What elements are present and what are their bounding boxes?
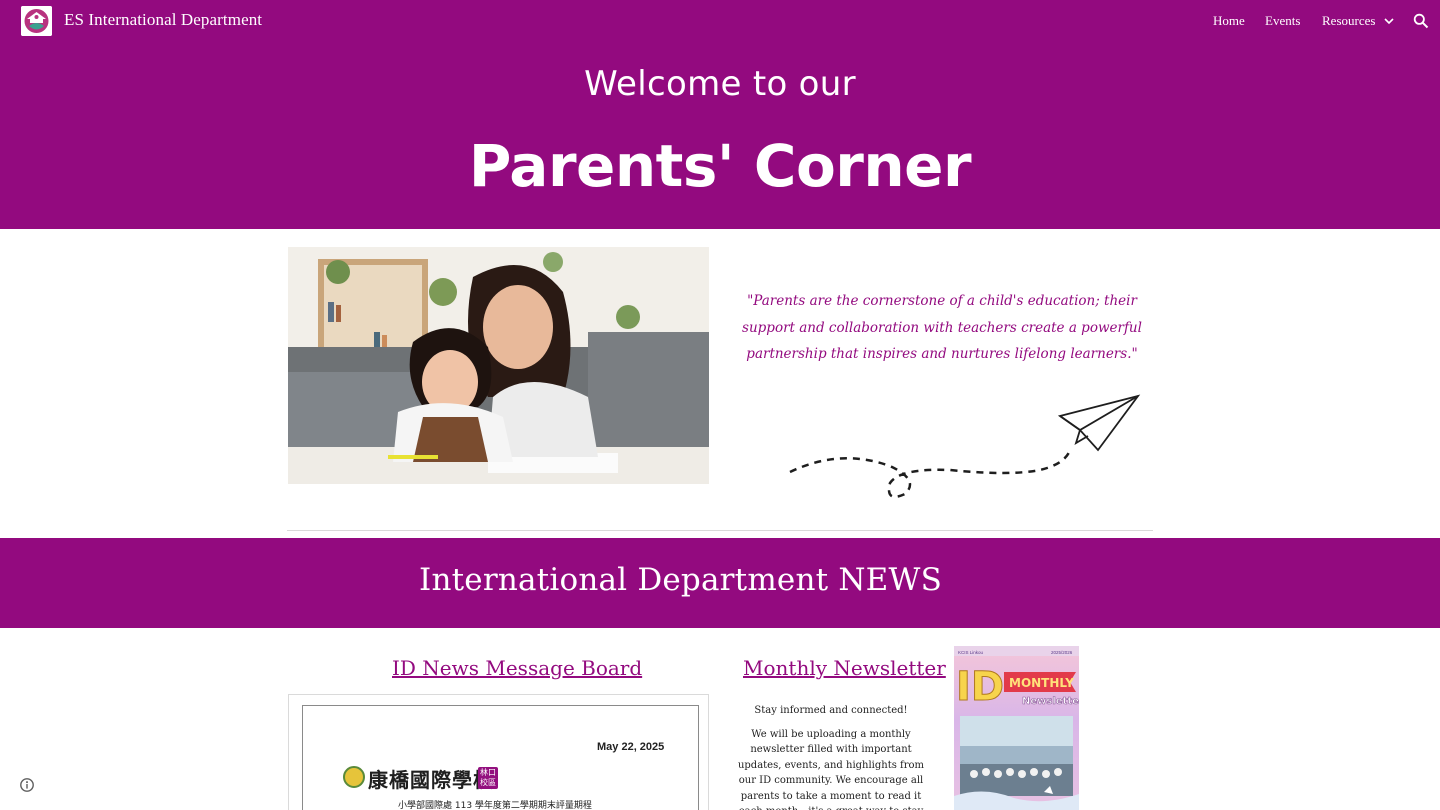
top-navigation-bar: ES International Department Home Events … bbox=[0, 0, 1440, 42]
info-icon[interactable] bbox=[19, 777, 35, 793]
nav-events[interactable]: Events bbox=[1265, 13, 1300, 29]
notice-date: May 22, 2025 bbox=[597, 741, 665, 753]
notice-title-line: 小學部國際處 113 學年度第二學期期末評量期程 bbox=[398, 801, 592, 810]
chevron-down-icon[interactable] bbox=[1383, 15, 1395, 27]
hero-title: Parents' Corner bbox=[468, 132, 972, 200]
newsletter-body: We will be uploading a monthly newslette… bbox=[737, 729, 925, 810]
news-section-title: International Department NEWS bbox=[419, 562, 943, 598]
notice-campus-badge: 林口校區 bbox=[478, 767, 498, 789]
paper-plane-icon bbox=[789, 394, 1141, 498]
cover-ribbon: MONTHLY bbox=[1009, 676, 1074, 690]
cover-big-letters: ID bbox=[956, 664, 1004, 710]
nav-resources[interactable]: Resources bbox=[1322, 13, 1375, 29]
parent-quote: "Parents are the cornerstone of a child'… bbox=[742, 293, 1142, 362]
section-divider bbox=[287, 530, 1153, 531]
newsletter-cover-image[interactable]: KCIS Linkou 2025/2026 ID MONTHLY Newslet… bbox=[954, 646, 1079, 810]
hero-subtitle: Welcome to our bbox=[584, 64, 856, 104]
newsletter-lead: Stay informed and connected! bbox=[754, 705, 908, 716]
cover-tag-left: KCIS Linkou bbox=[958, 650, 984, 655]
id-news-message-board-link[interactable]: ID News Message Board bbox=[392, 656, 642, 680]
cover-tag-right: 2025/2026 bbox=[1051, 650, 1073, 655]
monthly-newsletter-link[interactable]: Monthly Newsletter bbox=[743, 656, 946, 680]
cover-word: Newsletter bbox=[1022, 696, 1079, 707]
message-board-notice bbox=[302, 705, 699, 810]
school-logo-icon[interactable] bbox=[21, 6, 52, 36]
site-title[interactable]: ES International Department bbox=[64, 10, 262, 30]
school-seal-icon bbox=[343, 766, 365, 788]
search-icon[interactable] bbox=[1413, 13, 1429, 29]
nav-home[interactable]: Home bbox=[1213, 13, 1245, 29]
mother-and-daughter-photo bbox=[288, 247, 709, 484]
notice-school-name: 康橋國際學校 bbox=[368, 768, 494, 792]
